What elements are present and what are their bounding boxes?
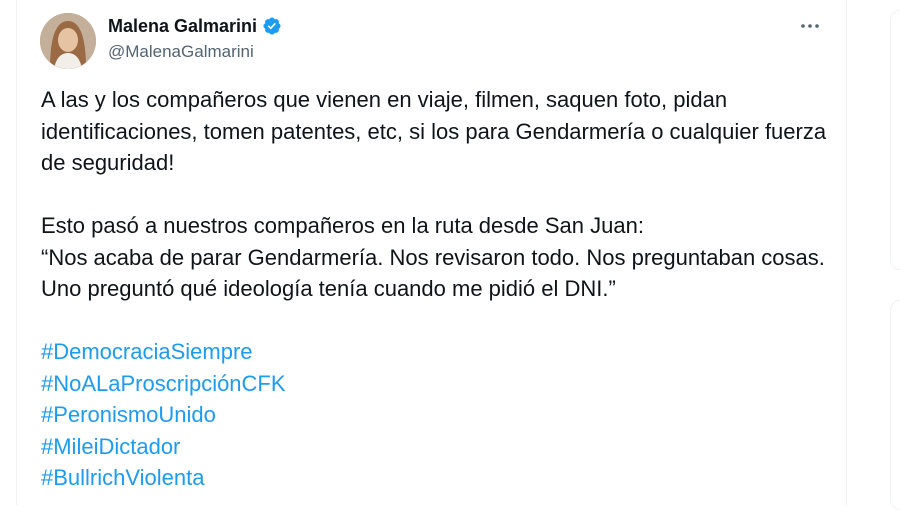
author-handle[interactable]: @MalenaGalmarini	[108, 42, 282, 62]
right-rail-card	[890, 300, 900, 510]
verified-badge-icon[interactable]	[262, 16, 282, 36]
avatar[interactable]	[40, 13, 96, 69]
right-rail-card	[890, 10, 900, 270]
author-name-row: Malena Galmarini	[108, 14, 282, 38]
hashtag-link[interactable]: #PeronismoUnido	[41, 399, 831, 431]
tweet-paragraph: Esto pasó a nuestros compañeros en la ru…	[41, 213, 644, 238]
hashtag-link[interactable]: #NoALaProscripciónCFK	[41, 368, 831, 400]
hashtag-link[interactable]: #DemocraciaSiempre	[41, 336, 831, 368]
tweet-author: Malena Galmarini @MalenaGalmarini	[108, 14, 282, 62]
avatar-image	[40, 13, 96, 69]
tweet-quote: “Nos acaba de parar Gendarmería. Nos rev…	[41, 244, 825, 302]
tweet-text: A las y los compañeros que vienen en via…	[41, 84, 831, 494]
hashtag-link[interactable]: #MileiDictador	[41, 431, 831, 463]
tweet-paragraph: A las y los compañeros que vienen en via…	[41, 87, 827, 175]
author-display-name[interactable]: Malena Galmarini	[108, 16, 257, 37]
more-options-icon[interactable]	[798, 14, 822, 38]
hashtag-link[interactable]: #BullrichViolenta	[41, 462, 831, 494]
